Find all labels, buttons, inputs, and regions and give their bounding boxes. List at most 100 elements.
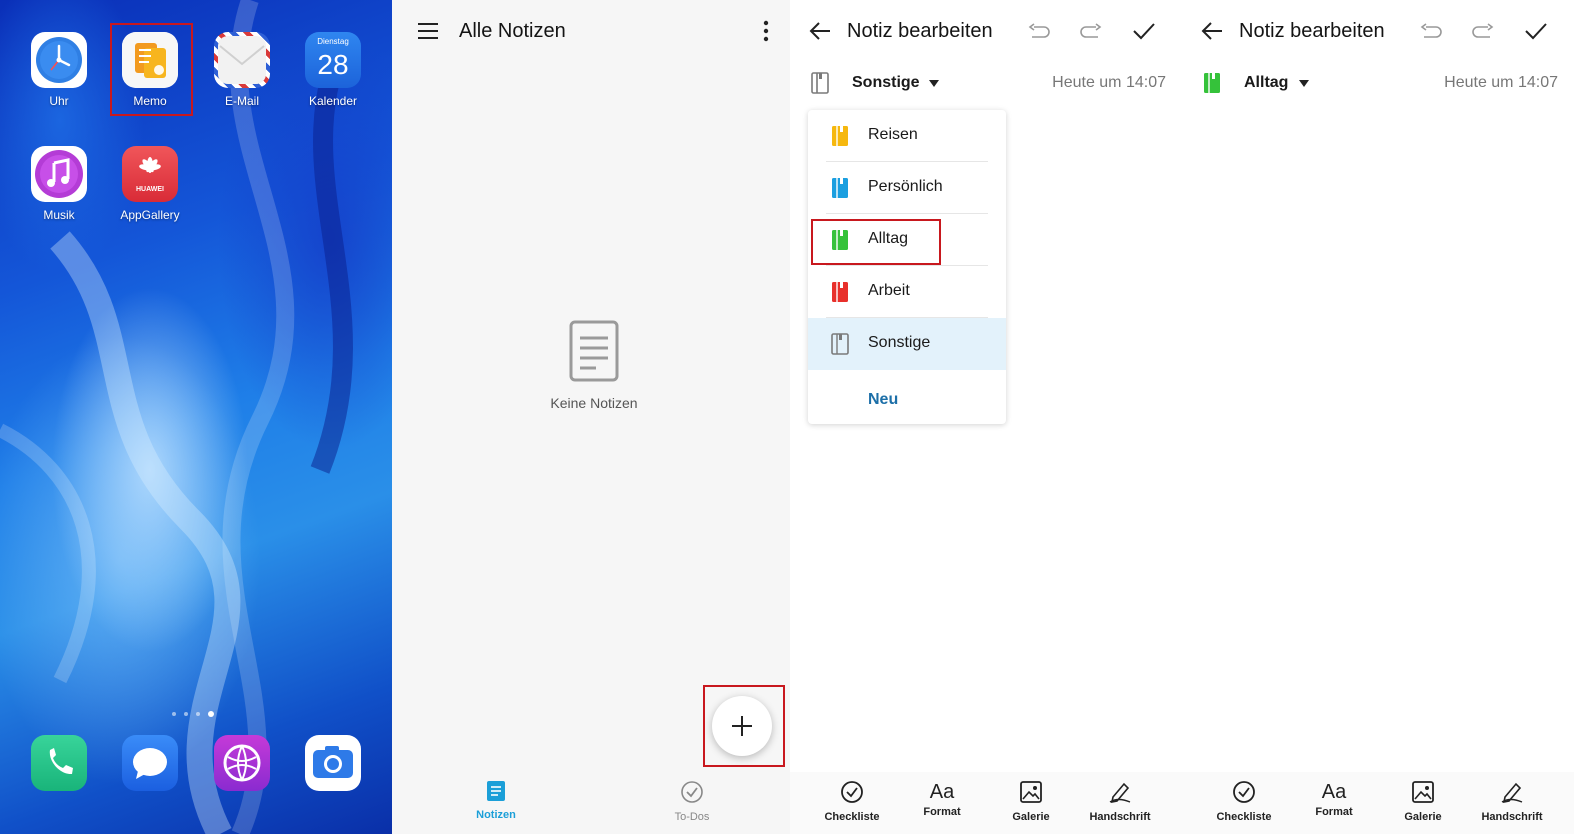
editor-header: Notiz bearbeiten: [1182, 0, 1574, 62]
calendar-weekday: Dienstag: [317, 37, 349, 46]
music-icon: [31, 146, 87, 202]
timestamp: Heute um 14:07: [1052, 74, 1166, 91]
check-circle-icon: [841, 781, 863, 803]
tool-label: Handschrift: [1481, 811, 1543, 823]
tool-label: Checkliste: [824, 811, 880, 823]
check-circle-icon: [681, 781, 703, 803]
format-button[interactable]: Aa Format: [1289, 780, 1379, 818]
category-option[interactable]: Persönlich: [808, 162, 1006, 214]
tab-todos[interactable]: To-Dos: [647, 780, 737, 823]
app-label: AppGallery: [120, 208, 180, 222]
app-label: E-Mail: [224, 94, 259, 108]
category-option[interactable]: Reisen: [808, 110, 1006, 162]
empty-note-icon: [569, 320, 619, 382]
notebook-icon: [832, 126, 848, 146]
tool-label: Galerie: [1012, 811, 1050, 823]
pen-icon: [1109, 782, 1131, 804]
app-label: Uhr: [49, 94, 69, 108]
undo-icon[interactable]: [1026, 20, 1052, 44]
checklist-button[interactable]: Checkliste: [807, 780, 897, 823]
app-appgallery[interactable]: HUAWEI AppGallery: [110, 146, 190, 222]
calendar-day: 28: [317, 49, 349, 80]
wallpaper: [0, 0, 353, 834]
highlight-box: [110, 23, 193, 116]
format-button[interactable]: Aa Format: [897, 780, 987, 818]
home-screen: Uhr Memo E-Mail Dienstag 28 Kalender Mus…: [0, 0, 392, 834]
tab-label: Notizen: [476, 809, 516, 821]
note-editor-screen: Notiz bearbeiten Alltag Heute um 14:07 C…: [1182, 0, 1574, 834]
timestamp: Heute um 14:07: [1444, 74, 1558, 91]
gallery-button[interactable]: Galerie: [986, 780, 1076, 823]
handwriting-button[interactable]: Handschrift: [1467, 780, 1557, 823]
note-editor-screen: Notiz bearbeiten Sonstige Heute um 14:07…: [790, 0, 1182, 834]
back-arrow-icon[interactable]: [1198, 18, 1226, 44]
app-kalender[interactable]: Dienstag 28 Kalender: [293, 32, 373, 108]
category-option[interactable]: Arbeit: [808, 266, 1006, 318]
confirm-check-icon[interactable]: [1130, 18, 1158, 44]
page-title: Notiz bearbeiten: [1239, 20, 1385, 42]
category-bar: Alltag Heute um 14:07: [1182, 62, 1574, 106]
more-options-icon[interactable]: [754, 18, 778, 44]
menu-icon[interactable]: [414, 18, 442, 44]
phone-icon: [31, 735, 87, 791]
checklist-button[interactable]: Checkliste: [1199, 780, 1289, 823]
appgallery-icon: HUAWEI: [122, 146, 178, 202]
category-selector[interactable]: Sonstige: [852, 74, 920, 92]
dock-browser[interactable]: [202, 735, 282, 791]
dropdown-caret-icon[interactable]: [928, 78, 940, 88]
page-indicator[interactable]: [172, 711, 214, 717]
redo-icon[interactable]: [1470, 20, 1496, 44]
browser-icon: [214, 735, 270, 791]
dropdown-caret-icon[interactable]: [1298, 78, 1310, 88]
new-category-button[interactable]: Neu: [868, 391, 898, 409]
app-email[interactable]: E-Mail: [202, 32, 282, 108]
tool-label: Format: [923, 806, 961, 818]
gallery-button[interactable]: Galerie: [1378, 780, 1468, 823]
undo-icon[interactable]: [1418, 20, 1444, 44]
notes-list-screen: Alle Notizen Keine Notizen Notizen To-Do…: [392, 0, 790, 834]
dock-camera[interactable]: [293, 735, 373, 791]
editor-header: Notiz bearbeiten: [790, 0, 1182, 62]
clock-icon: [31, 32, 87, 88]
empty-text: Keine Notizen: [550, 395, 638, 411]
notebook-icon: [832, 282, 848, 302]
gallery-icon: [1020, 781, 1042, 803]
dock-phone[interactable]: [19, 735, 99, 791]
back-arrow-icon[interactable]: [806, 18, 834, 44]
bottom-nav: Notizen To-Dos: [392, 770, 790, 834]
category-bar: Sonstige Heute um 14:07: [790, 62, 1182, 106]
dock-messages[interactable]: [110, 735, 190, 791]
brand-text: HUAWEI: [136, 186, 164, 193]
format-icon: Aa: [1321, 781, 1347, 803]
tool-label: Checkliste: [1216, 811, 1272, 823]
app-musik[interactable]: Musik: [19, 146, 99, 222]
app-uhr[interactable]: Uhr: [19, 32, 99, 108]
handwriting-button[interactable]: Handschrift: [1075, 780, 1165, 823]
highlight-box: [811, 219, 941, 265]
calendar-icon: Dienstag 28: [305, 32, 361, 88]
redo-icon[interactable]: [1078, 20, 1104, 44]
notebook-icon: [810, 71, 830, 95]
tab-notizen[interactable]: Notizen: [451, 780, 541, 821]
format-icon: Aa: [929, 781, 955, 803]
empty-state: Keine Notizen: [532, 320, 656, 411]
notebook-icon: [1202, 71, 1222, 95]
note-body[interactable]: [1182, 106, 1574, 770]
category-option[interactable]: Sonstige: [808, 318, 1006, 370]
app-label: Kalender: [308, 94, 358, 108]
category-label: Persönlich: [868, 178, 943, 195]
tool-label: Format: [1315, 806, 1353, 818]
app-label: Musik: [43, 208, 75, 222]
mail-icon: [214, 32, 270, 88]
notebook-icon: [832, 178, 848, 198]
category-selector[interactable]: Alltag: [1244, 74, 1288, 92]
tool-label: Galerie: [1404, 811, 1442, 823]
category-label: Sonstige: [868, 334, 931, 351]
note-icon: [487, 781, 505, 801]
check-circle-icon: [1233, 781, 1255, 803]
tab-label: To-Dos: [674, 811, 710, 823]
pen-icon: [1501, 782, 1523, 804]
confirm-check-icon[interactable]: [1522, 18, 1550, 44]
page-title: Alle Notizen: [459, 20, 566, 42]
category-label: Arbeit: [868, 282, 910, 299]
